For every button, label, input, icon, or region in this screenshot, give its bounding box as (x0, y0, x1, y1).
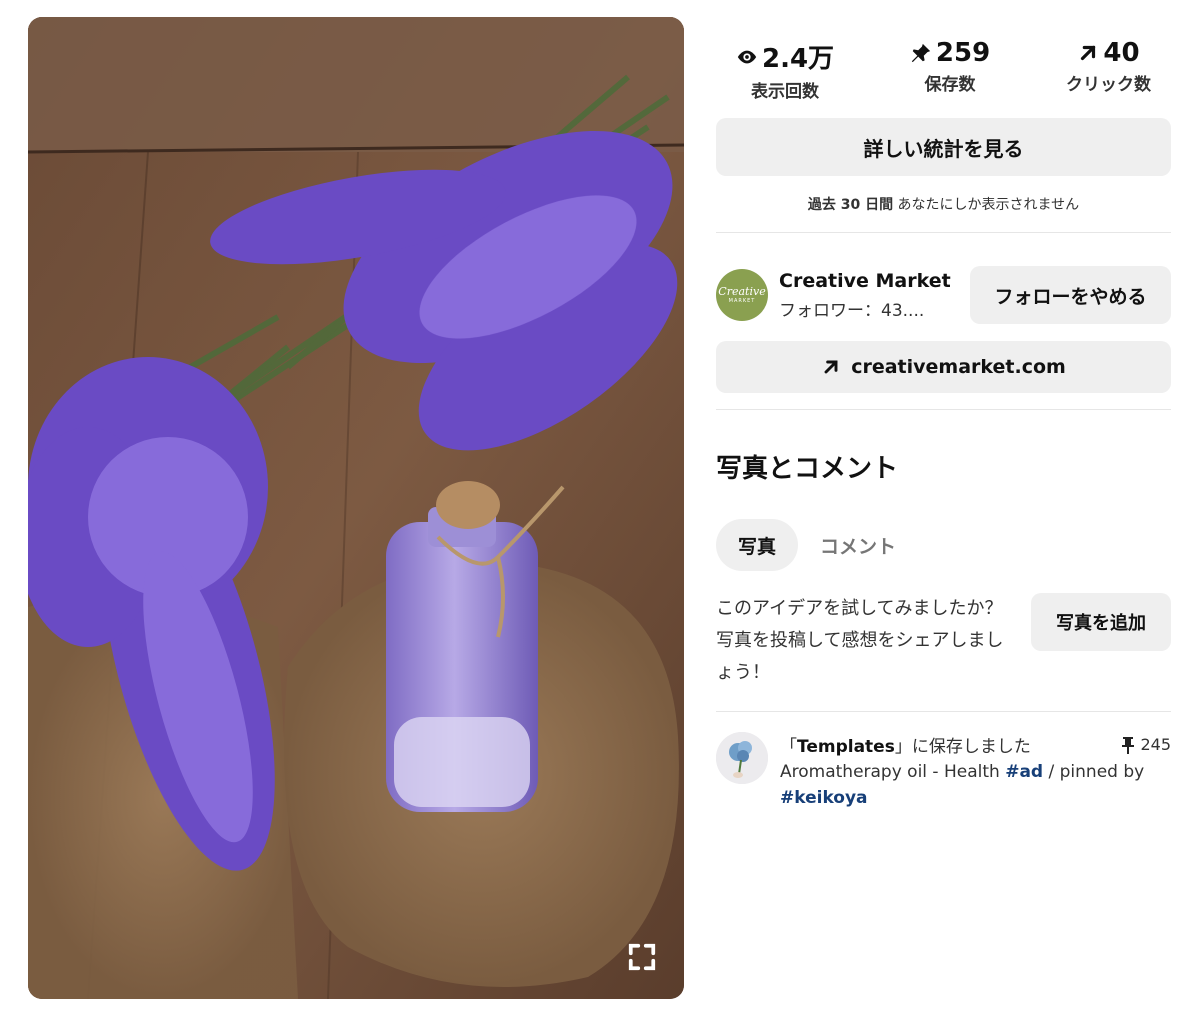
add-photo-button[interactable]: 写真を追加 (1031, 593, 1171, 651)
eye-icon (736, 46, 758, 68)
divider (716, 711, 1171, 712)
website-link-label: creativemarket.com (851, 356, 1066, 378)
stat-label: クリック数 (1066, 75, 1151, 95)
privacy-period: 過去 30 日間 (807, 197, 894, 213)
avatar-logo-subtext: MARKET (728, 298, 756, 304)
pin-stats: 2.4万 表示回数 259 保存数 40 クリック数 (716, 30, 1171, 116)
board-name[interactable]: Templates (797, 737, 895, 757)
arrow-up-right-icon (1077, 42, 1099, 64)
try-it-prompt: このアイデアを試してみましたか？写真を投稿して感想をシェアしましょう！ (716, 598, 1004, 683)
lavender-oil-photo (28, 17, 684, 999)
hashtag-link[interactable]: #ad (1005, 762, 1043, 782)
pin-icon (910, 42, 932, 64)
divider (716, 409, 1171, 410)
expand-icon (628, 943, 656, 971)
website-link-button[interactable]: creativemarket.com (716, 341, 1171, 393)
pin-image[interactable] (28, 17, 684, 999)
stat-label: 保存数 (924, 75, 976, 95)
board-thumbnail[interactable] (716, 732, 768, 784)
saved-to-board-row: 「Templates」に保存しました 245 Aromatherapy oil … (716, 732, 1171, 811)
stat-value: 2.4万 (762, 44, 835, 74)
pin-detail-panel: 2.4万 表示回数 259 保存数 40 クリック数 詳しい統計を見る 過去 3… (716, 30, 1171, 811)
saved-suffix: 」に保存しました (894, 737, 1031, 757)
creator-followers: フォロワー：43.... (779, 300, 925, 321)
saved-prefix: 「 (780, 737, 797, 757)
description-text: / pinned by (1043, 762, 1145, 782)
privacy-note: 過去 30 日間 あなたにしか表示されません (716, 194, 1171, 214)
stat-value: 40 (1103, 38, 1140, 68)
creator-info: Creative Market フォロワー：43.... (779, 270, 951, 321)
creator-name[interactable]: Creative Market (779, 270, 951, 292)
pin-description: Aromatherapy oil - Health #ad / pinned b… (780, 759, 1171, 811)
expand-button[interactable] (616, 931, 668, 983)
saved-info: 「Templates」に保存しました 245 Aromatherapy oil … (780, 732, 1171, 811)
stat-impressions: 2.4万 表示回数 (736, 38, 834, 116)
avatar-logo-text: Creative (718, 285, 766, 298)
photos-comments-tabs: 写真 コメント (716, 519, 1171, 571)
stat-label: 表示回数 (751, 82, 820, 102)
repin-count-value: 245 (1140, 735, 1171, 754)
hashtag-link[interactable]: #keikoya (780, 788, 868, 808)
pin-icon (1120, 736, 1136, 754)
tab-photos[interactable]: 写真 (716, 519, 799, 571)
divider (716, 232, 1171, 233)
stat-saves: 259 保存数 (910, 38, 990, 116)
try-it-row: このアイデアを試してみましたか？写真を投稿して感想をシェアしましょう！ 写真を追… (716, 593, 1171, 689)
privacy-text: あなたにしか表示されません (897, 197, 1080, 213)
photos-comments-title: 写真とコメント (716, 454, 899, 484)
see-more-stats-button[interactable]: 詳しい統計を見る (716, 118, 1171, 176)
creator-avatar[interactable]: Creative MARKET (716, 269, 768, 321)
saved-board-text: 「Templates」に保存しました (780, 732, 1031, 757)
stat-clicks: 40 クリック数 (1066, 38, 1151, 116)
unfollow-button[interactable]: フォローをやめる (970, 266, 1171, 324)
tab-comments[interactable]: コメント (820, 519, 896, 571)
creator-row: Creative MARKET Creative Market フォロワー：43… (716, 266, 1171, 324)
arrow-up-right-icon (821, 357, 841, 377)
repin-count: 245 (1120, 732, 1171, 757)
description-text: Aromatherapy oil - Health (780, 762, 1006, 782)
hydrangea-icon (716, 732, 768, 784)
stat-value: 259 (935, 38, 991, 68)
